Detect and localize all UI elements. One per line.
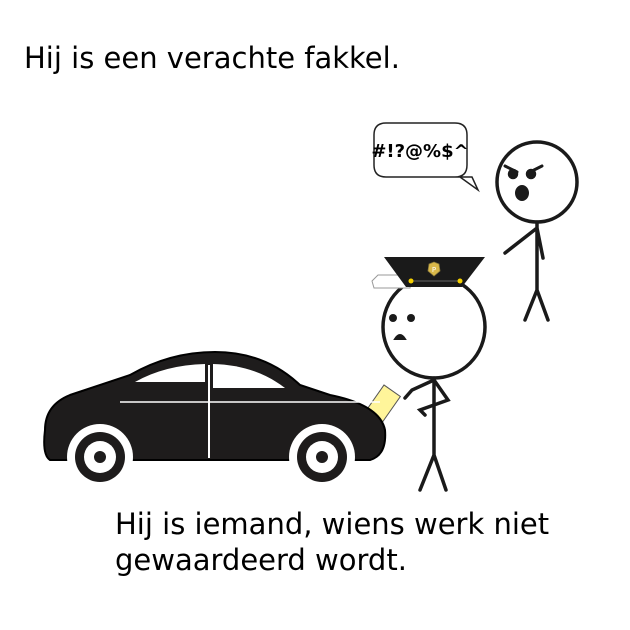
police-hat: P — [371, 257, 485, 289]
police-officer-figure — [381, 274, 487, 492]
badge-letter: P — [432, 266, 436, 274]
car — [43, 350, 387, 490]
comic-panel: #!?@%$^ P Hij is een verachte fakkel. Hi… — [0, 0, 630, 630]
car-wheel-front — [289, 424, 355, 490]
speech-bubble: #!?@%$^ — [371, 122, 480, 193]
angry-stick-figure — [495, 140, 579, 322]
speech-bubble-text: #!?@%$^ — [371, 141, 468, 162]
caption-bottom: Hij is iemand, wiens werk niet gewaardee… — [115, 507, 550, 577]
caption-top: Hij is een verachte fakkel. — [24, 41, 400, 75]
car-wheel-rear — [67, 424, 133, 490]
